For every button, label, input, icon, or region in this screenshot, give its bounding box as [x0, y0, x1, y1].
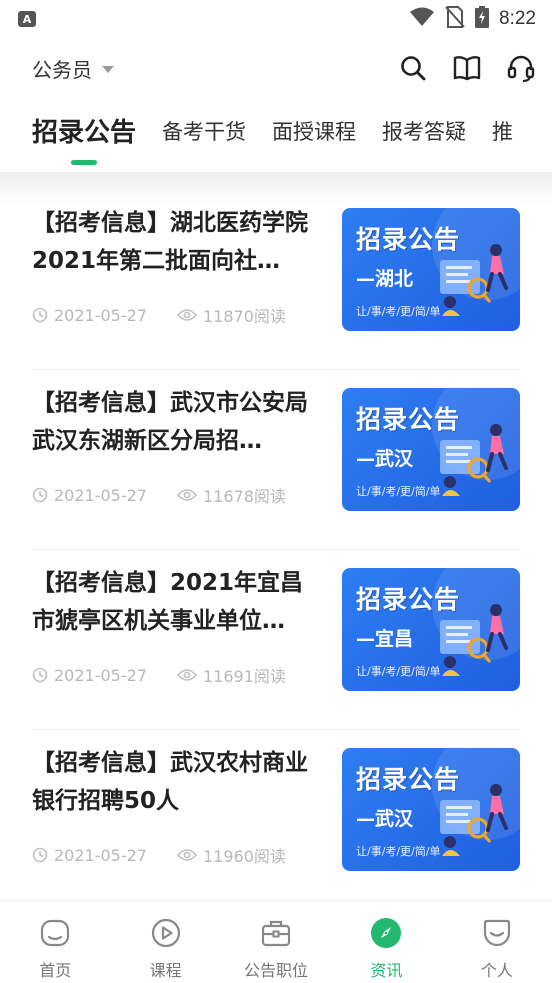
battery-charging-icon	[475, 6, 490, 32]
smile-icon	[481, 917, 513, 949]
article-title: 【招考信息】2021年宜昌市猇亭区机关事业单位…	[32, 570, 304, 634]
header: 公务员	[0, 38, 552, 98]
active-tab-indicator	[71, 160, 97, 165]
thumb-slogan: 让/事/考/更/简/单	[356, 845, 441, 858]
nav-label: 个人	[480, 961, 513, 980]
tab-label: 面授课程	[272, 120, 357, 144]
article-title: 【招考信息】武汉市公安局武汉东湖新区分局招…	[32, 390, 308, 454]
briefcase-icon	[260, 917, 292, 949]
article-date: 2021-05-27	[32, 486, 147, 505]
article-item[interactable]: 【招考信息】武汉市公安局武汉东湖新区分局招… 2021-05-27 11678阅…	[32, 370, 520, 550]
thumb-illustration	[440, 604, 508, 676]
reads-text: 11960阅读	[202, 847, 286, 866]
tab-exam-prep[interactable]: 备考干货	[162, 100, 246, 146]
nav-label: 资讯	[370, 961, 403, 980]
article-date: 2021-05-27	[32, 666, 147, 685]
article-title: 【招考信息】湖北医药学院2021年第二批面向社…	[32, 210, 308, 274]
tab-recruitment-notice[interactable]: 招录公告	[32, 100, 137, 165]
clock-icon	[32, 667, 48, 683]
clock-icon	[32, 307, 48, 323]
thumb-slogan: 让/事/考/更/简/单	[356, 665, 441, 678]
nav-news[interactable]: 资讯	[331, 901, 441, 983]
thumb-slogan: 让/事/考/更/简/单	[356, 485, 441, 498]
play-icon	[150, 917, 182, 949]
eye-icon	[176, 489, 197, 501]
article-thumbnail: 招录公告 —武汉 让/事/考/更/简/单	[342, 388, 520, 511]
tab-label: 备考干货	[162, 120, 247, 144]
book-icon[interactable]	[452, 53, 482, 83]
caret-down-icon	[102, 65, 114, 73]
nav-label: 公告职位	[244, 961, 309, 980]
article-reads: 11960阅读	[176, 843, 286, 867]
tab-more[interactable]: 推	[492, 100, 513, 146]
article-date: 2021-05-27	[32, 306, 147, 325]
article-meta: 2021-05-27 11870阅读	[32, 303, 286, 327]
date-text: 2021-05-27	[54, 485, 147, 505]
tab-courses[interactable]: 面授课程	[272, 100, 356, 146]
status-left: A	[18, 11, 36, 27]
category-selector[interactable]: 公务员	[32, 54, 114, 83]
article-reads: 11870阅读	[176, 303, 286, 327]
article-meta: 2021-05-27 11678阅读	[32, 483, 286, 507]
thumb-region: —武汉	[356, 448, 414, 470]
thumb-slogan: 让/事/考/更/简/单	[356, 305, 441, 318]
bottom-nav: 首页 课程 公告职位 资讯 个人	[0, 900, 552, 983]
eye-icon	[176, 669, 197, 681]
article-item[interactable]: 【招考信息】2021年宜昌市猇亭区机关事业单位… 2021-05-27 1169…	[32, 550, 520, 730]
compass-icon	[370, 917, 402, 949]
thumb-region: —武汉	[356, 808, 414, 830]
reads-text: 11870阅读	[202, 307, 286, 326]
nav-profile[interactable]: 个人	[442, 901, 552, 983]
thumb-region: —宜昌	[356, 628, 414, 650]
article-reads: 11691阅读	[176, 663, 286, 687]
tab-label: 报考答疑	[382, 120, 467, 144]
reads-text: 11691阅读	[202, 667, 286, 686]
nav-label: 课程	[149, 961, 182, 980]
status-right: 8:22	[409, 6, 536, 32]
nav-home[interactable]: 首页	[0, 901, 110, 983]
article-list: 【招考信息】湖北医药学院2021年第二批面向社… 2021-05-27 1187…	[0, 190, 552, 910]
status-bar: A 8:22	[0, 0, 552, 38]
date-text: 2021-05-27	[54, 845, 147, 865]
article-reads: 11678阅读	[176, 483, 286, 507]
category-label: 公务员	[32, 57, 92, 82]
thumb-region: —湖北	[356, 268, 414, 290]
no-sim-icon	[445, 6, 465, 32]
tab-label: 推	[492, 120, 514, 144]
status-time: 8:22	[499, 8, 536, 29]
article-meta: 2021-05-27 11960阅读	[32, 843, 286, 867]
clock-icon	[32, 487, 48, 503]
article-thumbnail: 招录公告 —湖北 让/事/考/更/简/单	[342, 208, 520, 331]
thumb-illustration	[440, 244, 508, 316]
search-icon[interactable]	[398, 53, 428, 83]
article-date: 2021-05-27	[32, 846, 147, 865]
nav-courses[interactable]: 课程	[110, 901, 220, 983]
headset-icon[interactable]	[506, 53, 536, 83]
tab-label: 招录公告	[32, 118, 137, 148]
date-text: 2021-05-27	[54, 305, 147, 325]
article-meta: 2021-05-27 11691阅读	[32, 663, 286, 687]
wifi-icon	[409, 7, 435, 31]
clock-icon	[32, 847, 48, 863]
date-text: 2021-05-27	[54, 665, 147, 685]
tab-faq[interactable]: 报考答疑	[382, 100, 466, 146]
eye-icon	[176, 849, 197, 861]
app-notification-icon: A	[18, 11, 36, 27]
article-thumbnail: 招录公告 —武汉 让/事/考/更/简/单	[342, 748, 520, 871]
eye-icon	[176, 309, 197, 321]
article-item[interactable]: 【招考信息】武汉农村商业银行招聘50人 2021-05-27 11960阅读 招…	[32, 730, 520, 910]
article-title: 【招考信息】武汉农村商业银行招聘50人	[32, 750, 308, 814]
nav-label: 首页	[39, 961, 72, 980]
article-thumbnail: 招录公告 —宜昌 让/事/考/更/简/单	[342, 568, 520, 691]
header-actions	[398, 53, 536, 83]
article-item[interactable]: 【招考信息】湖北医药学院2021年第二批面向社… 2021-05-27 1187…	[32, 190, 520, 370]
reads-text: 11678阅读	[202, 487, 286, 506]
thumb-illustration	[440, 424, 508, 496]
home-icon	[39, 917, 71, 949]
thumb-illustration	[440, 784, 508, 856]
nav-positions[interactable]: 公告职位	[221, 901, 331, 983]
category-tabs: 招录公告 备考干货 面授课程 报考答疑 推	[0, 100, 552, 172]
